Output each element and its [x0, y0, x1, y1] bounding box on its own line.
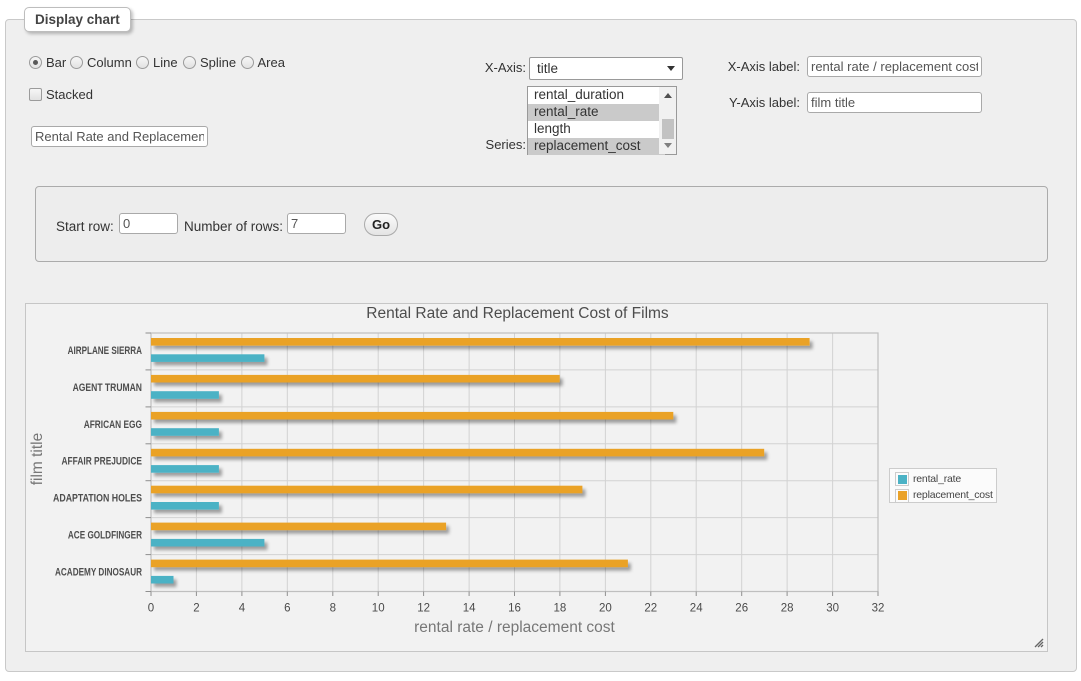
svg-text:16: 16 [508, 603, 521, 615]
svg-text:28: 28 [781, 603, 794, 615]
svg-text:ACADEMY DINOSAUR: ACADEMY DINOSAUR [55, 567, 142, 579]
svg-text:10: 10 [372, 603, 385, 615]
svg-text:ACE GOLDFINGER: ACE GOLDFINGER [68, 530, 142, 542]
svg-text:8: 8 [330, 603, 336, 615]
svg-text:6: 6 [284, 603, 290, 615]
svg-text:12: 12 [417, 603, 430, 615]
svg-text:26: 26 [735, 603, 748, 615]
svg-text:2: 2 [193, 603, 199, 615]
svg-text:AFRICAN EGG: AFRICAN EGG [84, 419, 142, 431]
svg-text:ADAPTATION HOLES: ADAPTATION HOLES [53, 493, 142, 505]
svg-text:30: 30 [826, 603, 839, 615]
svg-text:14: 14 [463, 603, 476, 615]
svg-text:AGENT TRUMAN: AGENT TRUMAN [73, 382, 142, 394]
svg-text:AIRPLANE SIERRA: AIRPLANE SIERRA [68, 345, 142, 357]
svg-text:20: 20 [599, 603, 612, 615]
svg-text:0: 0 [148, 603, 154, 615]
svg-text:4: 4 [239, 603, 246, 615]
svg-text:18: 18 [554, 603, 567, 615]
svg-text:24: 24 [690, 603, 703, 615]
svg-text:22: 22 [644, 603, 657, 615]
svg-text:32: 32 [872, 603, 885, 615]
svg-text:AFFAIR PREJUDICE: AFFAIR PREJUDICE [62, 456, 143, 468]
